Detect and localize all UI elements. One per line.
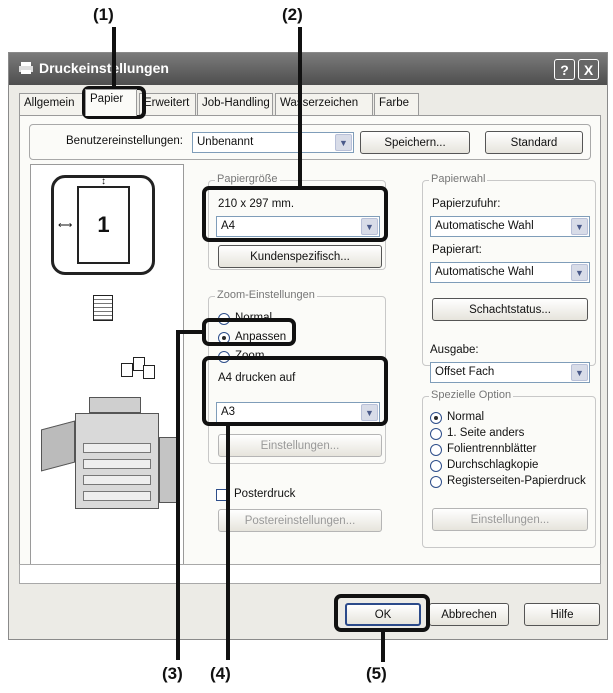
paper-size-title: Papiergröße xyxy=(215,173,280,185)
special-transparency-radio[interactable] xyxy=(430,444,442,456)
tray-status-button[interactable]: Schachtstatus... xyxy=(432,298,588,321)
callout-4: (4) xyxy=(210,664,231,683)
special-normal-radio[interactable] xyxy=(430,412,442,424)
zoom-settings-title: Zoom-Einstellungen xyxy=(215,289,317,301)
default-button[interactable]: Standard xyxy=(485,131,583,154)
leader-line-3h xyxy=(176,330,204,334)
callout-2: (2) xyxy=(282,5,303,24)
highlight-ok-button xyxy=(334,594,430,632)
special-option-label: Registerseiten-Papierdruck xyxy=(447,475,586,487)
leader-line-5 xyxy=(381,632,385,662)
special-tab-paper-radio[interactable] xyxy=(430,476,442,488)
paper-type-select[interactable]: Automatische Wahl ▼ xyxy=(430,262,590,283)
paper-tab-panel: Benutzereinstellungen: Unbenannt ▼ Speic… xyxy=(19,115,601,581)
special-option-title: Spezielle Option xyxy=(429,389,514,401)
output-select[interactable]: Offset Fach ▼ xyxy=(430,362,590,383)
title-bar[interactable]: Druckeinstellungen ? X xyxy=(9,53,607,85)
chevron-down-icon: ▼ xyxy=(571,264,588,281)
chevron-down-icon: ▼ xyxy=(335,134,352,151)
help-button[interactable]: Hilfe xyxy=(524,603,600,626)
print-settings-dialog: Druckeinstellungen ? X Allgemein Papier … xyxy=(8,52,608,640)
special-first-page-radio[interactable] xyxy=(430,428,442,440)
chevron-down-icon: ▼ xyxy=(571,364,588,381)
tab-farbe[interactable]: Farbe xyxy=(374,93,419,115)
paper-feed-label: Papierzufuhr: xyxy=(432,198,501,210)
custom-size-button[interactable]: Kundenspezifisch... xyxy=(218,245,382,268)
output-label: Ausgabe: xyxy=(430,344,479,356)
page-preview-frame: 1 ⟷ ↕ xyxy=(51,175,155,275)
output-pages-icon xyxy=(121,357,159,379)
paper-feed-value: Automatische Wahl xyxy=(435,220,534,232)
leader-line-1 xyxy=(112,27,116,90)
status-bar xyxy=(19,564,601,584)
paper-feed-select[interactable]: Automatische Wahl ▼ xyxy=(430,216,590,237)
user-settings-value: Unbenannt xyxy=(197,136,254,148)
tab-papier[interactable]: Papier xyxy=(85,89,137,116)
chevron-down-icon: ▼ xyxy=(571,218,588,235)
callout-5: (5) xyxy=(366,664,387,683)
leader-line-2 xyxy=(298,27,302,190)
paper-type-label: Papierart: xyxy=(432,244,482,256)
highlight-fit-option xyxy=(202,318,296,346)
printer-icon xyxy=(19,62,33,74)
callout-3: (3) xyxy=(162,664,183,683)
output-value: Offset Fach xyxy=(435,366,495,378)
callout-1: (1) xyxy=(93,5,114,24)
leader-line-4v xyxy=(226,424,230,660)
tab-wasserzeichen[interactable]: Wasserzeichen xyxy=(275,93,373,115)
help-title-button[interactable]: ? xyxy=(554,59,575,80)
special-option-label: Folientrennblätter xyxy=(447,443,537,455)
document-icon xyxy=(93,295,113,321)
zoom-settings-button[interactable]: Einstellungen... xyxy=(218,434,382,457)
arrow-vertical-icon: ↕ xyxy=(101,176,106,187)
user-settings-label: Benutzereinstellungen: xyxy=(66,135,183,147)
highlight-print-on xyxy=(202,356,388,426)
special-carbon-copy-radio[interactable] xyxy=(430,460,442,472)
arrow-horizontal-icon: ⟷ xyxy=(58,220,73,231)
leader-line-3v xyxy=(176,330,180,660)
printer-machine-icon xyxy=(39,397,179,517)
close-button[interactable]: X xyxy=(578,59,599,80)
special-option-label: Durchschlagkopie xyxy=(447,459,539,471)
window-title: Druckeinstellungen xyxy=(39,60,169,76)
user-settings-select[interactable]: Unbenannt ▼ xyxy=(192,132,354,153)
poster-label: Posterdruck xyxy=(234,488,296,500)
tab-job-handling[interactable]: Job-Handling xyxy=(197,93,273,115)
paper-choice-title: Papierwahl xyxy=(429,173,488,185)
tab-erweitert[interactable]: Erweitert xyxy=(139,93,196,115)
special-option-label: Normal xyxy=(447,411,485,423)
highlight-paper-size xyxy=(202,186,388,242)
tab-allgemein[interactable]: Allgemein xyxy=(19,93,83,115)
page-preview-sheet: 1 xyxy=(77,186,130,264)
cancel-button[interactable]: Abbrechen xyxy=(429,603,509,626)
paper-type-value: Automatische Wahl xyxy=(435,266,534,278)
special-option-label: 1. Seite anders xyxy=(447,427,525,439)
poster-settings-button[interactable]: Postereinstellungen... xyxy=(218,509,382,532)
page-number: 1 xyxy=(97,212,110,237)
special-settings-button[interactable]: Einstellungen... xyxy=(432,508,588,531)
save-button[interactable]: Speichern... xyxy=(360,131,470,154)
preview-pane: 1 ⟷ ↕ xyxy=(30,164,184,568)
